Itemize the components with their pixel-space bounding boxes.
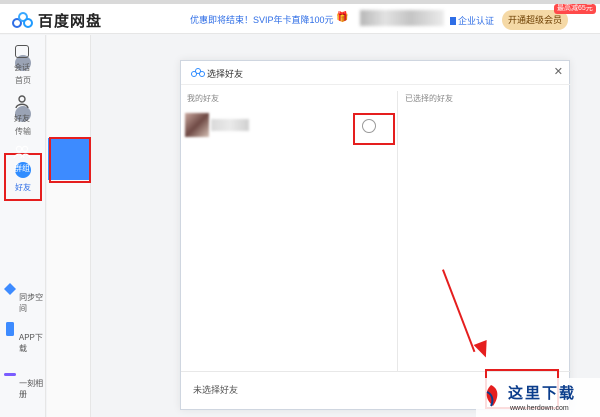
tab-label: 会话 [14,63,30,72]
column-divider [397,91,398,371]
enterprise-icon [450,16,456,25]
close-icon[interactable]: ✕ [554,65,563,78]
tab-label: 群组 [14,164,30,173]
tab-group[interactable]: 群组 [0,145,44,174]
tab-label: 好友 [14,114,30,123]
vip-discount-badge: 最高减65元 [554,4,596,14]
person-icon [15,95,29,109]
watermark-logo-icon [486,385,498,407]
tab-friends[interactable]: 好友 [0,95,44,124]
sidebar-item-label: 一刻相册 [19,379,44,399]
phone-icon [6,322,15,336]
album-icon [3,373,16,376]
highlight-box-group [49,137,91,183]
app-logo[interactable]: 百度网盘 [12,10,102,31]
baidu-pan-logo-icon [12,11,34,30]
highlight-box-radio [353,113,395,145]
top-bar: 百度网盘 优惠即将结束！SVIP年卡直降100元 🎁 企业认证 开通超级会员 最… [0,4,600,34]
avatar [185,113,209,137]
selection-status: 未选择好友 [193,385,239,395]
sidebar-item-album[interactable]: 一刻相册 [0,368,46,400]
sidebar-item-label: 同步空间 [19,293,44,313]
baidu-pan-logo-icon [191,68,205,78]
tab-chat[interactable]: 会话 [0,45,44,73]
user-info-blurred[interactable] [360,10,444,26]
friend-name-blurred [211,119,249,131]
main-sidebar [0,35,46,417]
dialog-title: 选择好友 [207,69,244,79]
enterprise-label: 企业认证 [458,16,495,26]
sidebar-item-label: APP下载 [18,333,43,353]
chat-icon [15,45,29,58]
watermark-text: 这里下载 [508,384,577,402]
promo-link[interactable]: 优惠即将结束！SVIP年卡直降100元 [190,13,334,26]
group-icon [13,145,31,159]
sidebar-item-label: 首页 [15,76,31,85]
sidebar-item-sync[interactable]: 同步空间 [0,282,46,314]
app-name: 百度网盘 [38,13,103,30]
secondary-sidebar [47,35,91,417]
sync-icon [3,283,16,295]
sidebar-item-app[interactable]: APP下载 [0,322,46,354]
sidebar-item-label: 传输 [15,127,31,136]
my-friends-header: 我的好友 [187,94,219,103]
watermark: 这里下载 www.herdown.com [476,378,600,417]
selected-friends-header: 已选择的好友 [405,94,453,103]
enterprise-verify-link[interactable]: 企业认证 [450,14,494,27]
gift-icon[interactable]: 🎁 [336,12,348,23]
watermark-url: www.herdown.com [510,405,569,412]
select-friend-dialog: 选择好友 ✕ 我的好友 已选择的好友 未选择好友 [180,60,571,410]
dialog-title-bar: 选择好友 ✕ [181,61,571,85]
